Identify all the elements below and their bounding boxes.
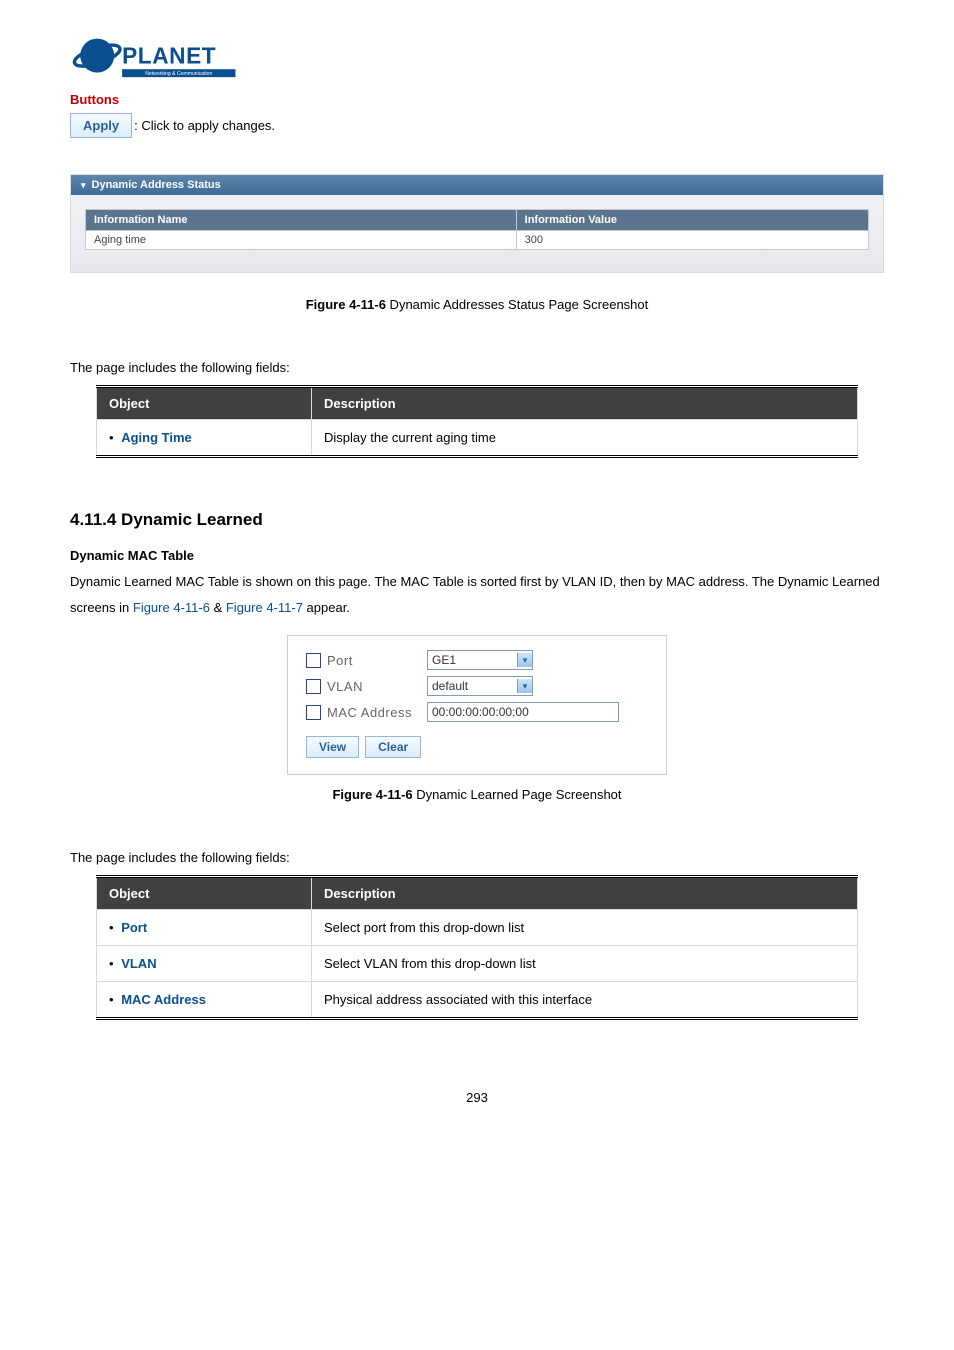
- intro-text-1: The page includes the following fields:: [70, 360, 884, 375]
- figure-link-2[interactable]: Figure 4-11-7: [226, 600, 303, 615]
- mac-value: 00:00:00:00:00:00: [432, 703, 529, 721]
- table-row: • MAC Address Physical address associate…: [97, 982, 858, 1019]
- table-row: • Port Select port from this drop-down l…: [97, 910, 858, 946]
- buttons-heading: Buttons: [70, 92, 884, 107]
- port-value: GE1: [432, 651, 456, 669]
- svg-text:Networking & Communication: Networking & Communication: [145, 71, 212, 77]
- desc-cell: Display the current aging time: [312, 420, 858, 457]
- desc-cell: Select port from this drop-down list: [312, 910, 858, 946]
- object-cell: • Port: [97, 910, 312, 946]
- mac-input[interactable]: 00:00:00:00:00:00: [427, 702, 619, 722]
- vlan-label: VLAN: [327, 679, 427, 694]
- panel-title-bar[interactable]: ▾ Dynamic Address Status: [71, 175, 883, 195]
- port-label: Port: [327, 653, 427, 668]
- cell-value: 300: [516, 231, 868, 250]
- figure-caption-1: Figure 4-11-6 Dynamic Addresses Status P…: [70, 297, 884, 312]
- svg-text:PLANET: PLANET: [122, 43, 216, 69]
- section-body: Dynamic Learned MAC Table is shown on th…: [70, 569, 884, 621]
- figure-caption-2: Figure 4-11-6 Dynamic Learned Page Scree…: [70, 787, 884, 802]
- intro-text-2: The page includes the following fields:: [70, 850, 884, 865]
- chevron-down-icon: ▾: [517, 679, 532, 693]
- vlan-value: default: [432, 677, 468, 695]
- apply-description: : Click to apply changes.: [134, 118, 275, 133]
- section-subheading: Dynamic MAC Table: [70, 548, 884, 563]
- object-cell: • VLAN: [97, 946, 312, 982]
- col-description: Description: [312, 877, 858, 910]
- planet-logo-svg: PLANET Networking & Communication: [70, 30, 240, 88]
- col-description: Description: [312, 387, 858, 420]
- vlan-checkbox[interactable]: [306, 679, 321, 694]
- object-cell: • Aging Time: [97, 420, 312, 457]
- col-info-value: Information Value: [516, 210, 868, 231]
- mac-checkbox[interactable]: [306, 705, 321, 720]
- port-checkbox[interactable]: [306, 653, 321, 668]
- col-info-name: Information Name: [86, 210, 517, 231]
- table-row: Aging time 300: [86, 231, 869, 250]
- clear-button[interactable]: Clear: [365, 736, 421, 758]
- dynamic-learned-form: Port GE1 ▾ VLAN default ▾ MAC Address 00…: [287, 635, 667, 775]
- desc-cell: Physical address associated with this in…: [312, 982, 858, 1019]
- collapse-icon: ▾: [81, 180, 86, 191]
- desc-cell: Select VLAN from this drop-down list: [312, 946, 858, 982]
- page-number: 293: [70, 1090, 884, 1105]
- section-heading: 4.11.4 Dynamic Learned: [70, 510, 884, 530]
- fields-table-1: Object Description • Aging Time Display …: [96, 385, 858, 458]
- col-object: Object: [97, 387, 312, 420]
- apply-button[interactable]: Apply: [70, 113, 132, 138]
- object-cell: • MAC Address: [97, 982, 312, 1019]
- logo: PLANET Networking & Communication: [70, 30, 884, 88]
- status-table: Information Name Information Value Aging…: [85, 209, 869, 250]
- vlan-select[interactable]: default ▾: [427, 676, 533, 696]
- chevron-down-icon: ▾: [517, 653, 532, 667]
- fields-table-2: Object Description • Port Select port fr…: [96, 875, 858, 1020]
- view-button[interactable]: View: [306, 736, 359, 758]
- figure-link-1[interactable]: Figure 4-11-6: [133, 600, 210, 615]
- mac-label: MAC Address: [327, 705, 427, 720]
- panel-title: Dynamic Address Status: [92, 179, 221, 191]
- port-select[interactable]: GE1 ▾: [427, 650, 533, 670]
- col-object: Object: [97, 877, 312, 910]
- table-row: • Aging Time Display the current aging t…: [97, 420, 858, 457]
- cell-name: Aging time: [86, 231, 517, 250]
- dynamic-address-status-panel: ▾ Dynamic Address Status Information Nam…: [70, 174, 884, 273]
- table-row: • VLAN Select VLAN from this drop-down l…: [97, 946, 858, 982]
